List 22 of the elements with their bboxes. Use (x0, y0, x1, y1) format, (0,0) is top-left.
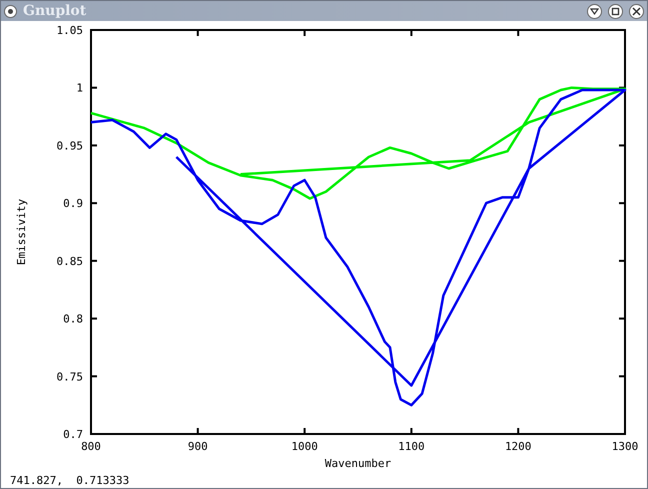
y-tick-label: 0.9 (63, 197, 83, 210)
y-tick-label: 1.05 (56, 24, 83, 37)
x-tick-label: 1200 (504, 440, 532, 453)
x-tick-label: 1300 (612, 440, 638, 453)
y-tick-label: 0.75 (56, 370, 83, 384)
y-tick-label: 0.95 (56, 139, 83, 152)
x-tick-label: 900 (188, 440, 208, 453)
status-text: 741.827, 0.713333 (10, 473, 130, 488)
x-tick-label: 1000 (291, 440, 318, 453)
window-menu-icon[interactable] (4, 4, 17, 18)
minimize-icon[interactable] (587, 4, 602, 18)
x-tick-label: 1100 (398, 440, 425, 453)
y-tick-label: 0.8 (63, 312, 83, 326)
close-icon[interactable] (629, 4, 644, 18)
x-axis-label: Wavenumber (324, 457, 392, 470)
y-axis-label: Emissivity (15, 198, 28, 266)
maximize-icon[interactable] (608, 4, 623, 18)
window-title: Gnuplot (23, 2, 86, 20)
y-tick-label: 1 (76, 82, 83, 95)
y-tick-label: 0.7 (63, 428, 83, 441)
y-tick-label: 0.85 (56, 254, 83, 268)
x-tick-label: 800 (81, 440, 101, 453)
